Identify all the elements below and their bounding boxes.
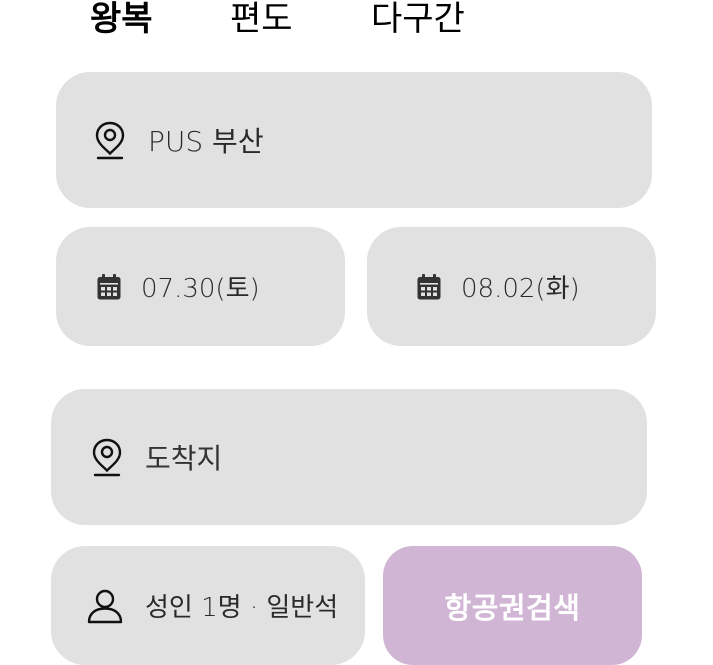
origin-value: PUS 부산 — [148, 125, 264, 158]
tab-one-way[interactable]: 편도 — [230, 0, 293, 40]
origin-field[interactable]: PUS 부산 — [56, 72, 652, 208]
destination-placeholder: 도착지 — [145, 442, 223, 475]
departure-date-field[interactable]: 07.30(토) — [56, 227, 345, 346]
tab-multi-city[interactable]: 다구간 — [371, 0, 465, 40]
passenger-class-value: 성인 1명 · 일반석 — [145, 593, 339, 623]
passenger-class-field[interactable]: 성인 1명 · 일반석 — [51, 546, 365, 665]
location-pin-icon — [91, 437, 123, 477]
person-icon — [87, 588, 123, 624]
departure-date-value: 07.30(토) — [141, 274, 260, 304]
search-flights-button[interactable]: 항공권검색 — [383, 546, 642, 665]
calendar-icon — [416, 273, 442, 301]
tab-round-trip[interactable]: 왕복 — [90, 0, 153, 40]
location-pin-icon — [94, 120, 126, 160]
calendar-icon — [96, 273, 122, 301]
return-date-value: 08.02(화) — [461, 274, 580, 304]
return-date-field[interactable]: 08.02(화) — [367, 227, 656, 346]
destination-field[interactable]: 도착지 — [51, 389, 647, 525]
